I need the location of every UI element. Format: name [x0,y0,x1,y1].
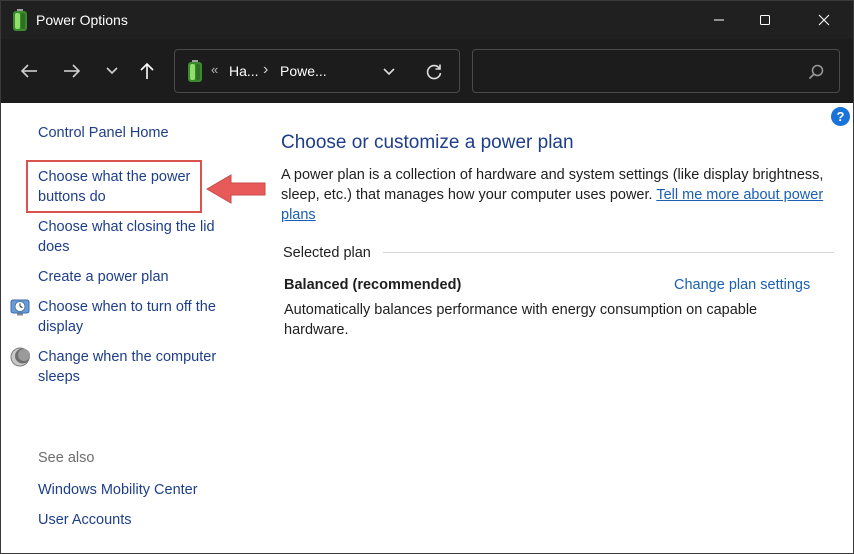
address-overflow-chevron[interactable]: « [211,62,218,77]
back-button[interactable] [15,57,43,85]
plan-name: Balanced (recommended) [284,277,462,293]
see-also-heading: See also [38,450,95,466]
close-icon [818,14,830,26]
breadcrumb-hardware[interactable]: Ha... [229,63,259,79]
breadcrumb-separator: › [263,61,269,78]
clock-display-icon [10,299,30,316]
sidebar-link-power-buttons[interactable]: Choose what the power buttons do [38,167,208,207]
window-title: Power Options [36,12,128,28]
page-description: A power plan is a collection of hardware… [281,165,846,225]
address-bar[interactable]: « Ha... › Powe... [174,49,460,93]
help-icon[interactable]: ? [831,107,850,126]
search-box[interactable] [472,49,840,93]
close-button[interactable] [801,1,847,39]
battery-icon [13,9,27,31]
minimize-icon [714,19,724,21]
sidebar-link-closing-lid[interactable]: Choose what closing the lid does [38,217,228,257]
refresh-button[interactable] [423,61,445,83]
arrow-up-icon [140,62,154,79]
battery-icon [188,60,202,82]
refresh-icon [426,64,442,80]
sidebar-link-computer-sleeps[interactable]: Change when the computer sleeps [38,347,228,387]
address-dropdown-button[interactable] [379,62,399,82]
sidebar-link-control-panel-home[interactable]: Control Panel Home [38,123,169,143]
page-title: Choose or customize a power plan [281,132,574,153]
forward-button[interactable] [58,57,86,85]
minimize-button[interactable] [696,1,742,39]
navigation-bar: « Ha... › Powe... [1,39,853,103]
change-plan-settings-link[interactable]: Change plan settings [674,277,810,293]
chevron-down-icon [106,67,118,75]
maximize-button[interactable] [742,1,788,39]
moon-icon [10,347,30,367]
chevron-down-icon [383,68,395,76]
maximize-icon [760,15,770,25]
up-button[interactable] [133,57,161,85]
recent-locations-button[interactable] [98,57,126,85]
selected-plan-label: Selected plan [283,245,371,261]
annotation-arrow-icon [206,174,266,204]
see-also-link-mobility-center[interactable]: Windows Mobility Center [38,480,198,500]
arrow-right-icon [64,64,81,78]
sidebar-link-turn-off-display[interactable]: Choose when to turn off the display [38,297,228,337]
power-options-window: Power Options « Ha... › Powe... ? Contro… [0,0,854,554]
title-bar[interactable]: Power Options [1,1,853,39]
search-input[interactable] [483,58,793,84]
sidebar-link-create-plan[interactable]: Create a power plan [38,267,169,287]
see-also-link-user-accounts[interactable]: User Accounts [38,510,132,530]
arrow-left-icon [20,64,37,78]
breadcrumb-power-options[interactable]: Powe... [280,63,327,79]
plan-description: Automatically balances performance with … [284,302,758,338]
section-divider [383,252,834,253]
search-icon[interactable] [807,63,825,81]
